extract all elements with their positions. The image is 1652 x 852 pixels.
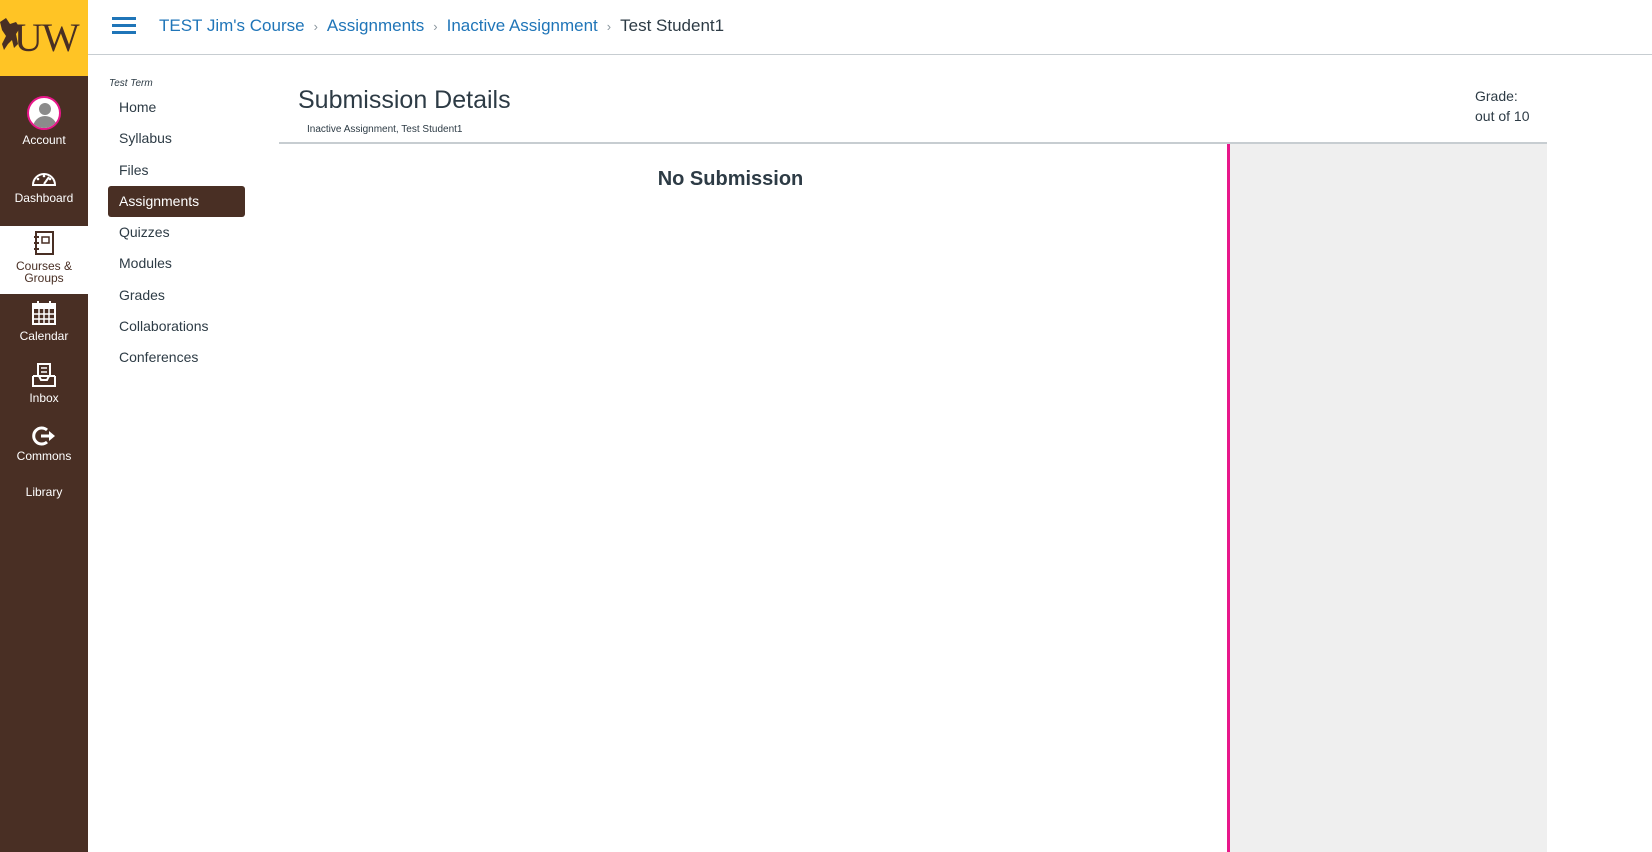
commons-icon	[32, 426, 55, 446]
avatar	[27, 96, 61, 130]
breadcrumb-assignment[interactable]: Inactive Assignment	[447, 16, 598, 35]
inbox-icon	[32, 363, 56, 387]
nav-inbox[interactable]: Inbox	[0, 362, 88, 412]
course-nav-assignments[interactable]: Assignments	[108, 185, 245, 218]
chevron-right-icon: ›	[433, 19, 438, 34]
courses-icon	[34, 231, 54, 255]
logo-text: UW	[14, 15, 80, 60]
nav-courses[interactable]: Courses & Groups	[0, 226, 88, 294]
hamburger-menu-icon[interactable]	[112, 17, 136, 35]
nav-library[interactable]: Library	[0, 486, 88, 506]
nav-library-label: Library	[25, 485, 63, 499]
term-label: Test Term	[109, 78, 153, 89]
course-nav-collaborations[interactable]: Collaborations	[108, 311, 245, 342]
calendar-icon	[32, 301, 56, 325]
header: TEST Jim's Course › Assignments › Inactive A…	[88, 0, 1652, 55]
course-nav: Test Term Home Syllabus Files Assignment…	[108, 78, 245, 374]
nav-account[interactable]: Account	[0, 94, 88, 156]
global-nav: UW Account Dashboard Courses & Groups Ca…	[0, 0, 88, 852]
nav-calendar-label: Calendar	[19, 329, 69, 343]
comments-side-pane	[1230, 144, 1547, 852]
course-nav-modules[interactable]: Modules	[108, 248, 245, 279]
grade-label: Grade:	[1475, 88, 1518, 104]
dashboard-icon	[31, 173, 57, 186]
course-nav-conferences[interactable]: Conferences	[108, 342, 245, 373]
breadcrumb-course[interactable]: TEST Jim's Course	[159, 16, 305, 35]
nav-account-label: Account	[22, 133, 66, 147]
breadcrumb: TEST Jim's Course › Assignments › Inactive A…	[159, 16, 724, 36]
chevron-right-icon: ›	[313, 19, 318, 34]
nav-calendar[interactable]: Calendar	[0, 300, 88, 350]
nav-commons-label: Commons	[16, 449, 72, 463]
course-nav-files[interactable]: Files	[108, 155, 245, 186]
submission-pane: No Submission	[279, 144, 1227, 852]
page-subtitle: Inactive Assignment, Test Student1	[307, 124, 463, 135]
course-nav-quizzes[interactable]: Quizzes	[108, 217, 245, 248]
uw-logo[interactable]: UW	[0, 0, 88, 76]
course-nav-home[interactable]: Home	[108, 92, 245, 123]
nav-dashboard[interactable]: Dashboard	[0, 168, 88, 216]
nav-inbox-label: Inbox	[29, 391, 59, 405]
breadcrumb-current: Test Student1	[620, 16, 725, 35]
course-nav-grades[interactable]: Grades	[108, 280, 245, 311]
breadcrumb-assignments[interactable]: Assignments	[327, 16, 424, 35]
no-submission-message: No Submission	[657, 168, 804, 190]
grade-box: Grade: out of 10	[1475, 86, 1530, 126]
chevron-right-icon: ›	[606, 19, 612, 34]
nav-courses-label: Courses & Groups	[15, 259, 73, 285]
page-title: Submission Details	[298, 86, 511, 114]
nav-commons[interactable]: Commons	[0, 426, 88, 468]
course-nav-syllabus[interactable]: Syllabus	[108, 123, 245, 154]
grade-out-of: out of 10	[1475, 108, 1530, 124]
nav-dashboard-label: Dashboard	[14, 191, 74, 205]
